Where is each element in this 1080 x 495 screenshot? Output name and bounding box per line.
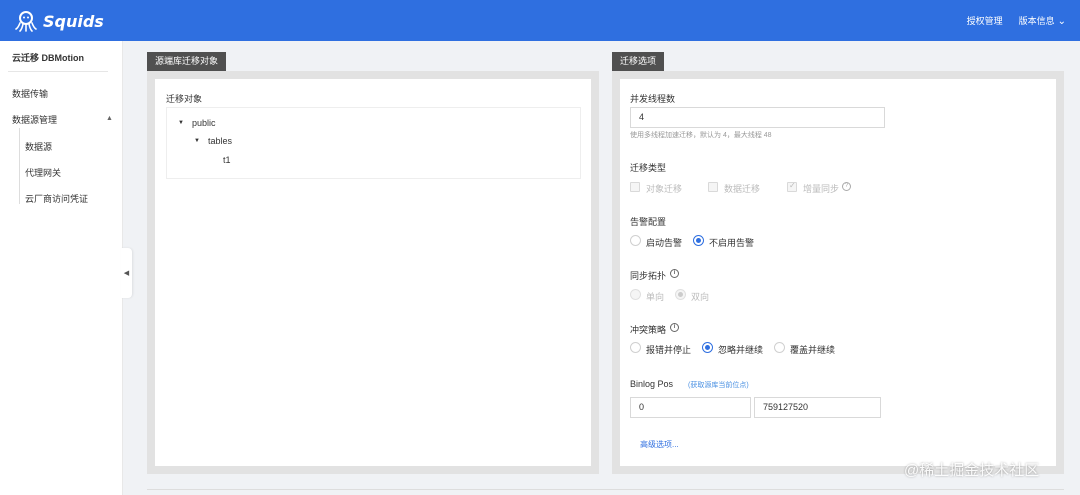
help-icon[interactable]: ? bbox=[842, 182, 851, 191]
tree-node-tables[interactable]: tables bbox=[208, 136, 232, 146]
submenu-guide-line bbox=[19, 128, 20, 204]
sidebar-item-cloud-credentials[interactable]: 云厂商访问凭证 bbox=[25, 192, 88, 205]
source-objects-panel-tab: 源端库迁移对象 bbox=[147, 52, 227, 71]
binlog-file-input[interactable]: 0 bbox=[630, 397, 751, 418]
ignore-continue-label: 忽略并继续 bbox=[718, 345, 764, 355]
info-icon[interactable]: i bbox=[670, 269, 679, 278]
sidebar-item-proxy-gateway[interactable]: 代理网关 bbox=[25, 166, 61, 179]
sidebar-divider bbox=[8, 71, 108, 72]
threads-label: 并发线程数 bbox=[630, 94, 676, 104]
chevron-down-icon: ⌄ bbox=[1057, 16, 1066, 27]
topology-label: 同步拓扑 bbox=[630, 271, 667, 281]
info-icon[interactable]: i bbox=[670, 323, 679, 332]
version-info-dropdown[interactable]: 版本信息 ⌄ bbox=[1019, 14, 1066, 27]
threads-input[interactable]: 4 bbox=[630, 107, 885, 128]
binlog-position-input[interactable]: 759127520 bbox=[754, 397, 881, 418]
caret-left-icon: ◀ bbox=[123, 270, 130, 277]
footer-divider bbox=[147, 489, 1064, 490]
ignore-continue-radio[interactable] bbox=[702, 342, 713, 353]
data-migration-checkbox[interactable] bbox=[708, 182, 718, 192]
sidebar-item-datasource[interactable]: 数据源 bbox=[25, 140, 52, 153]
octopus-logo-icon bbox=[15, 11, 37, 32]
caret-up-icon[interactable]: ▲ bbox=[106, 115, 113, 122]
overwrite-continue-label: 覆盖并继续 bbox=[790, 345, 836, 355]
two-way-radio[interactable] bbox=[675, 289, 686, 300]
enable-alarm-label: 启动告警 bbox=[646, 238, 683, 248]
watermark: @稀土掘金技术社区 bbox=[904, 462, 1040, 479]
incremental-sync-label: 增量同步 bbox=[803, 184, 840, 194]
enable-alarm-radio[interactable] bbox=[630, 235, 641, 246]
disable-alarm-label: 不启用告警 bbox=[709, 238, 755, 248]
migration-objects-label: 迁移对象 bbox=[166, 94, 203, 104]
sidebar: 云迁移 DBMotion 数据传输 数据源管理 ▲ 数据源 代理网关 云厂商访问… bbox=[0, 41, 123, 495]
conflict-strategy-label: 冲突策略 bbox=[630, 325, 667, 335]
sidebar-item-data-transfer[interactable]: 数据传输 bbox=[12, 87, 48, 100]
license-management-link[interactable]: 授权管理 bbox=[967, 14, 1003, 27]
advanced-options-link[interactable]: 高级选项... bbox=[640, 439, 679, 450]
tree-node-t1[interactable]: t1 bbox=[223, 155, 231, 165]
caret-down-icon[interactable]: ▼ bbox=[178, 120, 184, 126]
data-migration-label: 数据迁移 bbox=[724, 184, 761, 194]
overwrite-continue-radio[interactable] bbox=[774, 342, 785, 353]
object-migration-label: 对象迁移 bbox=[646, 184, 683, 194]
sidebar-title: 云迁移 DBMotion bbox=[12, 53, 84, 63]
sidebar-item-datasource-management[interactable]: 数据源管理 bbox=[12, 113, 57, 126]
incremental-sync-checkbox[interactable] bbox=[787, 181, 797, 192]
threads-hint: 使用多线程加速迁移，默认为 4，最大线程 48 bbox=[630, 132, 772, 139]
alarm-label: 告警配置 bbox=[630, 217, 667, 227]
disable-alarm-radio[interactable] bbox=[693, 235, 704, 246]
migration-options-panel-tab: 迁移选项 bbox=[612, 52, 665, 71]
two-way-label: 双向 bbox=[691, 292, 710, 302]
version-info-label: 版本信息 bbox=[1018, 16, 1055, 26]
top-header: Squids 授权管理 版本信息 ⌄ bbox=[0, 0, 1080, 41]
error-stop-radio[interactable] bbox=[630, 342, 641, 353]
one-way-radio[interactable] bbox=[630, 289, 641, 300]
migration-type-label: 迁移类型 bbox=[630, 163, 667, 173]
tree-node-public[interactable]: public bbox=[192, 118, 216, 128]
binlog-pos-label: Binlog Pos bbox=[630, 379, 674, 389]
brand-name: Squids bbox=[43, 11, 104, 31]
fetch-current-position-link[interactable]: (获取源库当前位点) bbox=[688, 380, 749, 390]
one-way-label: 单向 bbox=[646, 292, 665, 302]
caret-down-icon[interactable]: ▼ bbox=[194, 138, 200, 144]
brand-logo[interactable]: Squids bbox=[14, 8, 104, 34]
sidebar-collapse-toggle[interactable]: ◀ bbox=[121, 248, 132, 298]
object-migration-checkbox[interactable] bbox=[630, 182, 640, 192]
error-stop-label: 报错并停止 bbox=[646, 345, 692, 355]
